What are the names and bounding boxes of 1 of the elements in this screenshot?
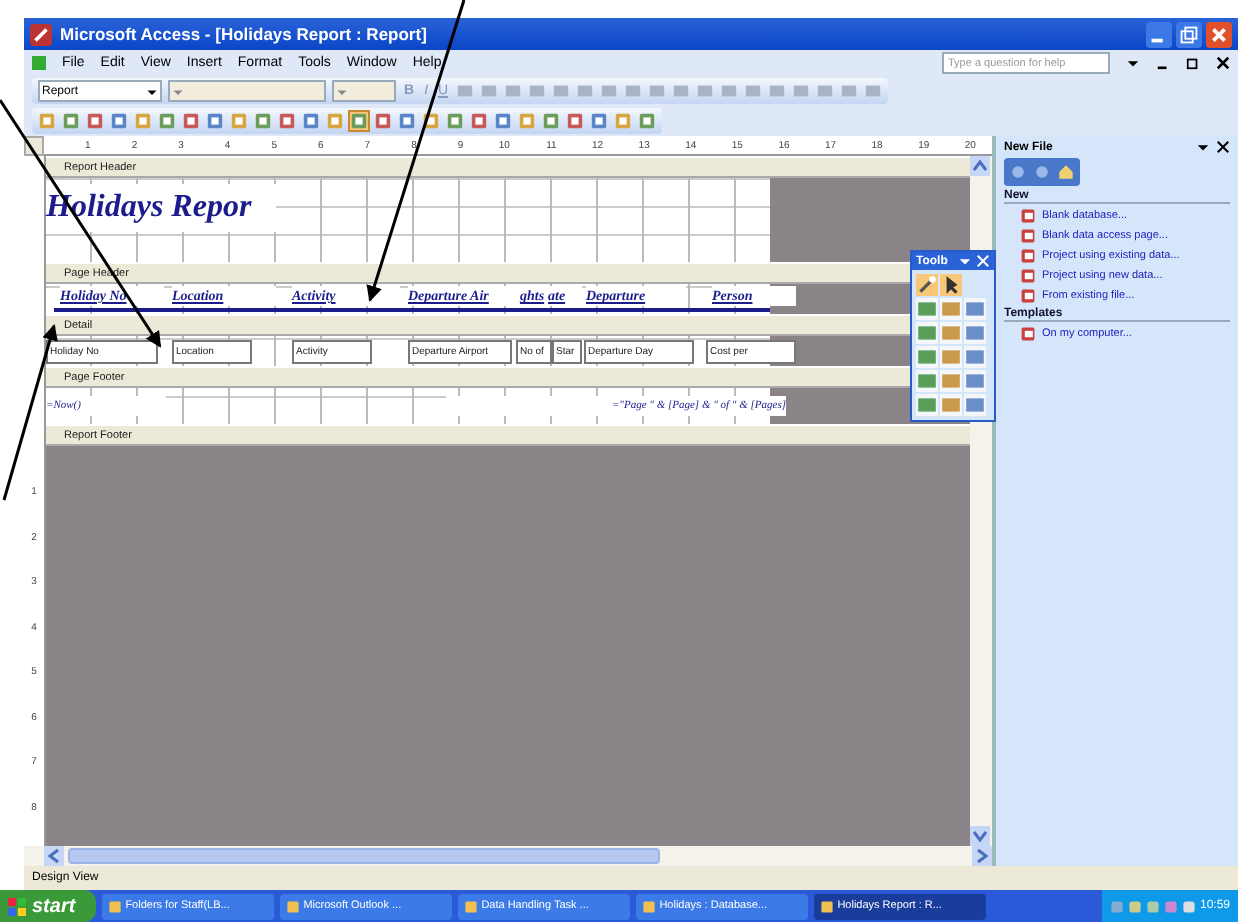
window-title: Microsoft Access - [Holidays Report : Report]: [60, 24, 427, 44]
